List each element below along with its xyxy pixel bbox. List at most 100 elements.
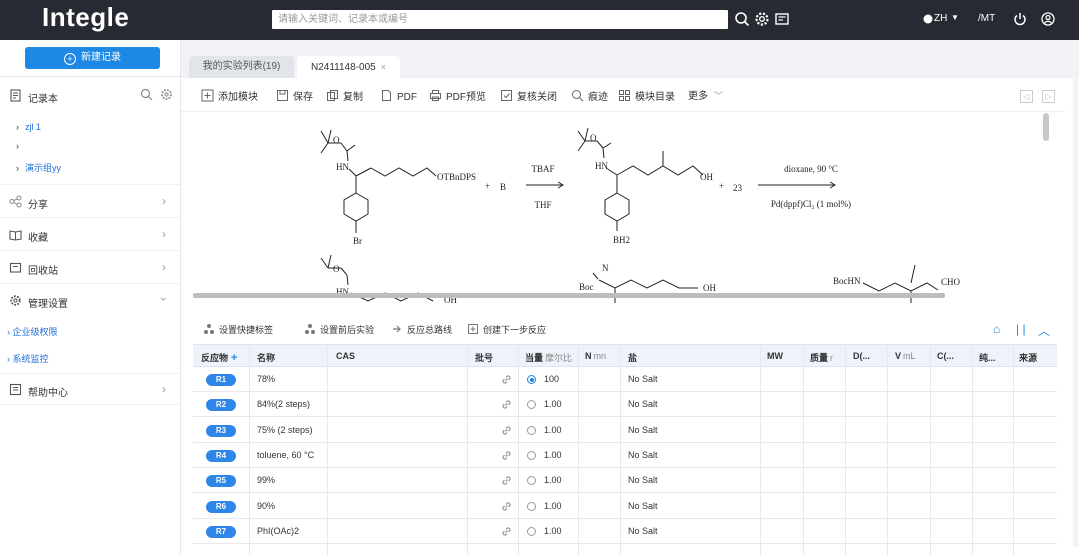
sidebar-search-icon[interactable] <box>140 88 153 101</box>
tab-close-icon[interactable]: × <box>381 62 386 72</box>
salt-value[interactable]: No Salt <box>628 374 658 384</box>
scan-icon[interactable] <box>774 11 790 27</box>
table-row[interactable]: R7 PhI(OAc)2 1.00 No Salt <box>193 519 1057 544</box>
search-input[interactable]: 请输入关键词、记录本或编号 <box>272 10 728 29</box>
link-icon[interactable] <box>501 425 512 436</box>
page-scrollbar[interactable] <box>1073 42 1078 547</box>
reactant-name[interactable]: 99% <box>257 475 275 485</box>
canvas-vertical-scrollbar[interactable] <box>1043 113 1049 141</box>
tree-item-demo-group[interactable]: › 演示组yy <box>16 161 61 174</box>
sidebar-item-recycle-bin[interactable]: 回收站 › <box>0 257 180 279</box>
reactant-id-badge[interactable]: R4 <box>206 449 236 462</box>
set-related-experiments-button[interactable]: 设置前后实验 <box>304 323 374 336</box>
copy-button[interactable]: 复制 <box>326 89 363 103</box>
table-row[interactable]: R5 99% 1.00 No Salt <box>193 468 1057 494</box>
pdf-button[interactable]: PDF <box>380 89 417 103</box>
user-dropdown-icon[interactable]: ▼ <box>951 13 959 22</box>
limiting-reagent-radio[interactable] <box>527 450 536 460</box>
set-quick-tags-button[interactable]: 设置快捷标签 <box>203 323 273 336</box>
limiting-reagent-radio[interactable] <box>527 501 536 511</box>
limiting-reagent-radio[interactable] <box>527 375 536 384</box>
sidebar-link-enterprise-permissions[interactable]: › 企业级权限 <box>7 325 58 338</box>
link-icon[interactable] <box>501 475 512 486</box>
tab-experiment-record[interactable]: N2411148-005 × <box>297 56 400 78</box>
svg-text:TBAF: TBAF <box>531 164 554 174</box>
equivalent-value[interactable]: 1.00 <box>544 425 562 435</box>
canvas-horizontal-scrollbar[interactable] <box>193 293 945 298</box>
equivalent-value[interactable]: 1.00 <box>544 501 562 511</box>
user-code[interactable]: /MT <box>978 13 995 24</box>
reactant-id-badge[interactable]: R5 <box>206 475 236 488</box>
salt-value[interactable]: No Salt <box>628 425 658 435</box>
tree-item-empty[interactable]: › <box>16 141 25 151</box>
link-icon[interactable] <box>501 374 512 385</box>
equivalent-value[interactable]: 1.00 <box>544 475 562 485</box>
reactant-id-badge[interactable]: R2 <box>206 399 236 412</box>
trace-button[interactable]: 痕迹 <box>571 89 608 103</box>
power-icon[interactable] <box>1012 11 1028 27</box>
link-icon[interactable] <box>501 501 512 512</box>
reaction-route-button[interactable]: 反应总路线 <box>391 323 452 336</box>
tab-experiment-list[interactable]: 我的实验列表(19) <box>189 56 294 78</box>
limiting-reagent-radio[interactable] <box>527 476 536 486</box>
add-module-button[interactable]: 添加模块 <box>201 89 258 103</box>
sidebar-item-favorites[interactable]: 收藏 › <box>0 224 180 246</box>
sidebar-item-help[interactable]: 帮助中心 › <box>0 379 180 401</box>
tree-item-zjl[interactable]: › zjl 1 <box>16 122 41 132</box>
reactant-id-badge[interactable]: R6 <box>206 500 236 513</box>
link-icon[interactable] <box>501 526 512 537</box>
salt-value[interactable]: No Salt <box>628 450 658 460</box>
salt-value[interactable]: No Salt <box>628 475 658 485</box>
add-reactant-button[interactable]: + <box>231 352 237 364</box>
save-button[interactable]: 保存 <box>276 89 313 103</box>
collapse-up-icon[interactable]: ︿ <box>1038 322 1050 339</box>
search-icon[interactable] <box>734 11 750 27</box>
profile-icon[interactable] <box>1040 11 1056 27</box>
table-row[interactable]: R1 78% 100 No Salt <box>193 367 1057 392</box>
reactant-name[interactable]: 84%(2 steps) <box>257 399 310 409</box>
table-row[interactable]: R4 toluene, 60 °C 1.00 No Salt <box>193 443 1057 468</box>
table-row[interactable]: R2 84%(2 steps) 1.00 No Salt <box>193 392 1057 418</box>
link-icon[interactable] <box>501 450 512 461</box>
equivalent-value[interactable]: 1.00 <box>544 399 562 409</box>
pdf-preview-button[interactable]: PDF预览 <box>429 89 486 103</box>
reactant-id-badge[interactable]: R3 <box>206 424 236 437</box>
user-name[interactable]: ZH <box>934 13 947 24</box>
reaction-scheme-canvas[interactable]: O HN OTBnDPS Br + B TBAF THF O HN OH BH2… <box>193 113 1045 303</box>
table-row[interactable]: R6 90% 1.00 No Salt <box>193 494 1057 519</box>
sidebar-link-system-monitor[interactable]: › 系统监控 <box>7 352 49 365</box>
settings-gear-icon[interactable] <box>754 11 770 27</box>
equivalent-value[interactable]: 1.00 <box>544 526 562 536</box>
limiting-reagent-radio[interactable] <box>527 425 536 435</box>
salt-value[interactable]: No Salt <box>628 501 658 511</box>
app-logo[interactable]: Integle <box>42 2 129 33</box>
reactant-name[interactable]: PhI(OAc)2 <box>257 526 299 536</box>
sidebar-item-share[interactable]: 分享 › <box>0 191 180 213</box>
review-close-button[interactable]: 复核关闭 <box>500 89 557 103</box>
table-row[interactable]: R3 75% (2 steps) 1.00 No Salt <box>193 418 1057 443</box>
columns-icon[interactable]: | | <box>1016 322 1026 336</box>
reactant-name[interactable]: 75% (2 steps) <box>257 425 313 435</box>
sidebar-notebook-header[interactable]: 记录本 <box>0 85 180 107</box>
new-record-button[interactable]: + 新建记录 <box>25 47 160 69</box>
more-dropdown[interactable]: 更多 ﹀ <box>688 89 723 103</box>
module-catalog-button[interactable]: 模块目录 <box>618 89 675 103</box>
create-next-reaction-button[interactable]: 创建下一步反应 <box>467 323 546 336</box>
equivalent-value[interactable]: 100 <box>544 374 559 384</box>
reactant-name[interactable]: 90% <box>257 501 275 511</box>
sidebar-item-management[interactable]: 管理设置 › <box>0 290 180 312</box>
reactant-id-badge[interactable]: R7 <box>206 525 236 538</box>
equivalent-value[interactable]: 1.00 <box>544 450 562 460</box>
home-icon[interactable]: ⌂ <box>993 322 1000 336</box>
limiting-reagent-radio[interactable] <box>527 400 536 410</box>
reactant-id-badge[interactable]: R1 <box>206 374 236 386</box>
reactant-name[interactable]: toluene, 60 °C <box>257 450 314 460</box>
next-arrow-icon[interactable]: ▷ <box>1042 90 1055 103</box>
salt-value[interactable]: No Salt <box>628 399 658 409</box>
reactant-name[interactable]: 78% <box>257 374 275 384</box>
link-icon[interactable] <box>501 399 512 410</box>
sidebar-settings-icon[interactable] <box>160 88 173 101</box>
prev-arrow-icon[interactable]: ◁ <box>1020 90 1033 103</box>
limiting-reagent-radio[interactable] <box>527 526 536 536</box>
salt-value[interactable]: No Salt <box>628 526 658 536</box>
